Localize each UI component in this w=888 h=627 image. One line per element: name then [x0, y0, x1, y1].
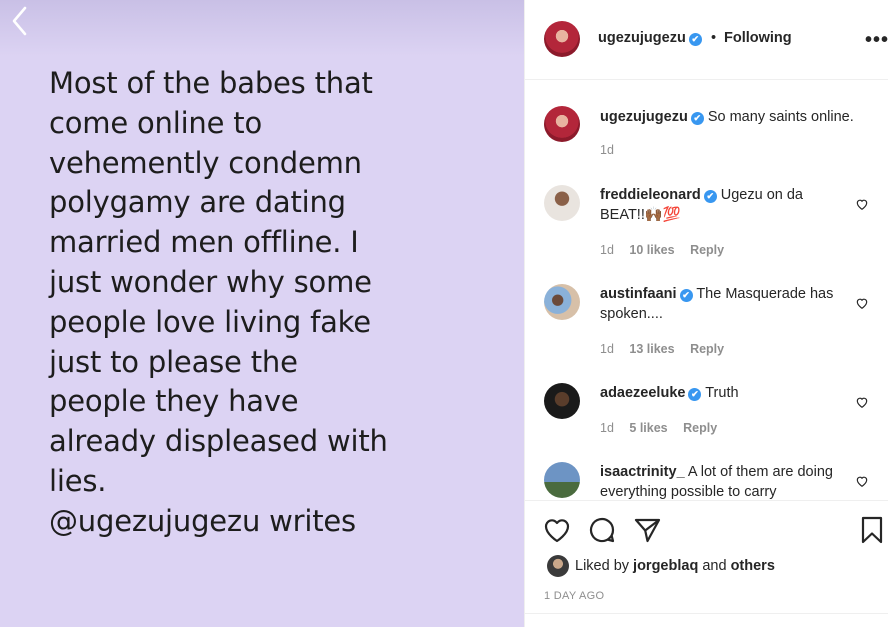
caption-time[interactable]: 1d: [600, 143, 614, 157]
commenter-avatar[interactable]: [544, 185, 580, 221]
caption-body: ugezujugezu ✔ So many saints online.: [600, 108, 880, 128]
post-timestamp[interactable]: 1 DAY AGO: [544, 590, 604, 602]
comment-body: austinfaani ✔ The Masquerade has spoken..…: [600, 285, 850, 324]
back-arrow-icon[interactable]: [8, 4, 32, 38]
comment-likes[interactable]: 5 likes: [629, 421, 667, 435]
comment-time[interactable]: 1d: [600, 342, 614, 356]
comment-body: isaactrinity_ A lot of them are doing ev…: [600, 463, 850, 499]
following-button[interactable]: Following: [724, 30, 792, 46]
author-avatar[interactable]: [544, 21, 580, 57]
like-comment-heart-icon[interactable]: [855, 474, 869, 488]
post-actions: Liked by jorgeblaq and others 1 DAY AGO: [525, 500, 888, 627]
comment-time[interactable]: 1d: [600, 243, 614, 257]
commenter-avatar[interactable]: [544, 383, 580, 419]
bookmark-icon[interactable]: [857, 515, 887, 545]
post-quote-text: Most of the babes that come online to ve…: [49, 66, 388, 538]
comment-time[interactable]: 1d: [600, 421, 614, 435]
comment-text: Truth: [705, 385, 739, 401]
commenter-avatar[interactable]: [544, 284, 580, 320]
post-image: Most of the babes that come online to ve…: [0, 0, 524, 627]
comment-username[interactable]: freddieleonard: [600, 187, 701, 203]
image-top-shade: [0, 0, 524, 56]
post-side-panel: ugezujugezu ✔ • Following ••• ugezujugezu…: [524, 0, 888, 627]
comment-meta: 1d 5 likes Reply: [600, 421, 729, 435]
share-icon[interactable]: [632, 515, 662, 545]
verified-icon: ✔: [688, 33, 702, 46]
caption-text: So many saints online.: [707, 109, 854, 125]
comment-username[interactable]: isaactrinity_: [600, 464, 685, 480]
heart-icon[interactable]: [542, 515, 572, 545]
liker-avatar[interactable]: [547, 555, 569, 577]
comment-body: adaezeeluke ✔ Truth: [600, 384, 850, 404]
verified-icon: ✔: [703, 190, 717, 203]
like-comment-heart-icon[interactable]: [855, 395, 869, 409]
verified-icon: ✔: [688, 388, 702, 401]
caption-meta: 1d: [600, 143, 626, 157]
liked-by-text: Liked by jorgeblaq and others: [575, 558, 775, 574]
comment-likes[interactable]: 10 likes: [629, 243, 674, 257]
reply-button[interactable]: Reply: [690, 342, 724, 356]
like-comment-heart-icon[interactable]: [855, 197, 869, 211]
author-username[interactable]: ugezujugezu ✔: [598, 30, 702, 46]
comment-meta: 1d 10 likes Reply: [600, 243, 736, 257]
liker-username[interactable]: jorgeblaq: [633, 558, 698, 574]
commenter-avatar[interactable]: [544, 462, 580, 498]
comment-body: freddieleonard ✔ Ugezu on da BEAT!!🙌🏾💯: [600, 186, 850, 225]
more-options-icon[interactable]: •••: [865, 30, 888, 50]
comments-list[interactable]: ugezujugezu ✔ So many saints online. 1d f…: [525, 81, 888, 499]
reply-button[interactable]: Reply: [683, 421, 717, 435]
comment-meta: 1d 13 likes Reply: [600, 342, 736, 356]
verified-icon: ✔: [690, 112, 704, 125]
divider: [525, 613, 888, 614]
likes-others-link[interactable]: others: [731, 558, 775, 574]
verified-icon: ✔: [679, 289, 693, 302]
caption-username[interactable]: ugezujugezu: [600, 109, 688, 125]
header-separator: •: [711, 30, 717, 46]
comment-username[interactable]: austinfaani: [600, 286, 677, 302]
comment-likes[interactable]: 13 likes: [629, 342, 674, 356]
comment-icon[interactable]: [587, 515, 617, 545]
caption-avatar[interactable]: [544, 106, 580, 142]
like-comment-heart-icon[interactable]: [855, 296, 869, 310]
comment-username[interactable]: adaezeeluke: [600, 385, 685, 401]
reply-button[interactable]: Reply: [690, 243, 724, 257]
post-header: ugezujugezu ✔ • Following •••: [525, 0, 888, 80]
